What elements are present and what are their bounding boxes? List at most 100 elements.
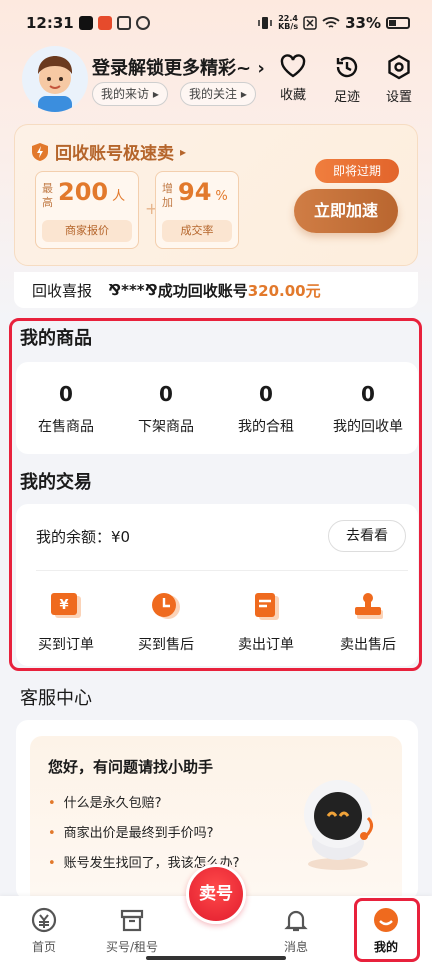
rate-unit: % — [215, 189, 228, 204]
expiring-tag: 即将过期 — [315, 159, 399, 183]
avatar[interactable] — [22, 46, 88, 112]
nav-home[interactable]: 首页 — [4, 906, 84, 955]
yuan-icon: ¥ — [51, 593, 81, 618]
sold-orders[interactable]: 卖出订单 — [216, 592, 316, 654]
recycle-news-ticker[interactable]: 回收喜报 ⅋***⅋ 成功回收账号 320.00元 — [14, 272, 418, 308]
deal-rate-box: 增加 94% 成交率 — [155, 171, 239, 249]
my-trade-card: 我的余额：¥0 去看看 ¥ 买到订单 买到售后 卖出订单 卖出售后 — [16, 504, 418, 666]
net-speed: 22.4 KB/s — [278, 15, 298, 31]
quote-number: 200 — [58, 178, 109, 206]
sell-account-button[interactable]: 卖号 — [186, 864, 246, 924]
clock: 12:31 — [26, 14, 74, 32]
nav-messages-label: 消息 — [283, 940, 308, 954]
home-icon — [31, 907, 57, 933]
battery-icon — [386, 17, 410, 29]
history-label: 足迹 — [333, 90, 360, 105]
app-notification-icon — [97, 16, 112, 30]
stamp-icon — [355, 593, 383, 619]
accelerate-button[interactable]: 立即加速 — [294, 189, 398, 233]
my-visitors-chip[interactable]: 我的来访 ▸ — [92, 82, 168, 106]
profile-icon — [374, 908, 398, 932]
svg-text:¥: ¥ — [59, 598, 68, 613]
bell-icon — [284, 910, 308, 932]
settings-icon — [388, 54, 410, 80]
sold-aftersale[interactable]: 卖出售后 — [318, 592, 418, 654]
nav-buy-rent[interactable]: 买号/租号 — [92, 906, 172, 955]
favorites-label: 收藏 — [279, 88, 306, 103]
divider — [36, 570, 408, 571]
goods-label: 我的合租 — [238, 419, 294, 435]
goods-count: 0 — [361, 382, 375, 406]
status-bar: 12:31 22.4 KB/s 33% — [0, 0, 432, 46]
caret-right-icon: ▸ — [180, 144, 187, 159]
quote-unit: 人 — [112, 189, 126, 204]
quote-value: 200 人 — [58, 178, 125, 206]
my-follows-chip[interactable]: 我的关注 ▸ — [180, 82, 256, 106]
recycle-promo-card[interactable]: 回收账号极速卖 ▸ 最高 200 人 商家报价 + 增加 94% 成交率 即将过期… — [14, 124, 418, 266]
settings-label: 设置 — [385, 90, 412, 105]
quote-side-label: 最高 — [42, 182, 53, 209]
balance-text: 我的余额：¥0 — [36, 528, 131, 546]
trade-label: 买到售后 — [138, 637, 194, 653]
nav-messages[interactable]: 消息 — [256, 906, 336, 955]
goods-label: 下架商品 — [138, 419, 194, 435]
wifi-icon — [322, 17, 340, 28]
sync-icon — [135, 16, 150, 30]
battery-percent: 33% — [345, 14, 381, 32]
favorites-button[interactable]: 收藏 — [268, 54, 318, 103]
home-indicator[interactable] — [146, 956, 286, 960]
ticker-amount: 320.00元 — [247, 281, 321, 300]
goods-count: 0 — [159, 382, 173, 406]
assistant-robot-icon — [304, 780, 373, 870]
faq-item[interactable]: 商家出价是最终到手价吗? — [48, 822, 214, 841]
mail-icon — [116, 16, 131, 30]
lightning-shield-icon — [32, 142, 48, 161]
heart-icon — [280, 54, 306, 78]
recycle-title-text: 回收账号极速卖 — [55, 144, 174, 164]
ticker-user: ⅋***⅋ — [108, 281, 158, 299]
vibrate-icon — [258, 17, 272, 29]
tiktok-icon — [78, 16, 93, 30]
bought-orders[interactable]: ¥ 买到订单 — [16, 592, 116, 654]
ticker-text: 成功回收账号 — [157, 281, 248, 300]
goods-on-sale[interactable]: 0 在售商品 — [16, 382, 116, 436]
no-sim-icon — [303, 16, 317, 30]
trade-label: 买到订单 — [38, 637, 94, 653]
my-follows-label: 我的关注 — [189, 87, 238, 101]
goods-label: 在售商品 — [38, 419, 94, 435]
goods-shared-rental[interactable]: 0 我的合租 — [216, 382, 316, 436]
merchant-quote-box: 最高 200 人 商家报价 — [35, 171, 139, 249]
document-icon — [255, 593, 279, 620]
my-trade-title: 我的交易 — [20, 472, 92, 493]
history-icon — [336, 56, 358, 78]
assistant-title: 您好，有问题请找小助手 — [48, 758, 214, 776]
nav-profile[interactable]: 我的 — [346, 906, 426, 955]
login-title[interactable]: 登录解锁更多精彩~ › — [92, 54, 265, 80]
faq-item[interactable]: 什么是永久包赔? — [48, 792, 162, 811]
login-title-text: 登录解锁更多精彩~ — [92, 58, 252, 79]
goods-delisted[interactable]: 0 下架商品 — [116, 382, 216, 436]
trade-label: 卖出订单 — [238, 637, 294, 653]
goods-count: 0 — [59, 382, 73, 406]
quote-footer: 商家报价 — [42, 220, 132, 242]
history-button[interactable]: 足迹 — [322, 54, 372, 105]
chevron-right-icon: › — [257, 58, 265, 79]
rate-footer: 成交率 — [162, 220, 232, 242]
service-center-title: 客服中心 — [20, 688, 92, 709]
net-speed-unit: KB/s — [278, 22, 299, 31]
goods-recycle-orders[interactable]: 0 我的回收单 — [318, 382, 418, 436]
rate-value: 94% — [178, 178, 228, 206]
nav-buy-rent-label: 买号/租号 — [105, 940, 159, 954]
ticker-label: 回收喜报 — [32, 281, 93, 300]
trade-label: 卖出售后 — [340, 637, 396, 653]
cartoon-avatar-icon — [38, 56, 73, 112]
recycle-title: 回收账号极速卖 ▸ — [31, 139, 186, 164]
settings-button[interactable]: 设置 — [374, 54, 424, 105]
rate-number: 94 — [178, 178, 212, 206]
my-goods-card: 0 在售商品 0 下架商品 0 我的合租 0 我的回收单 — [16, 362, 418, 454]
bought-aftersale[interactable]: 买到售后 — [116, 592, 216, 654]
rate-side-label: 增加 — [162, 182, 173, 209]
profile-header: 登录解锁更多精彩~ › 我的来访 ▸ 我的关注 ▸ 收藏 足迹 设置 — [0, 46, 432, 116]
view-balance-button[interactable]: 去看看 — [328, 520, 406, 552]
nav-profile-label: 我的 — [373, 940, 398, 954]
